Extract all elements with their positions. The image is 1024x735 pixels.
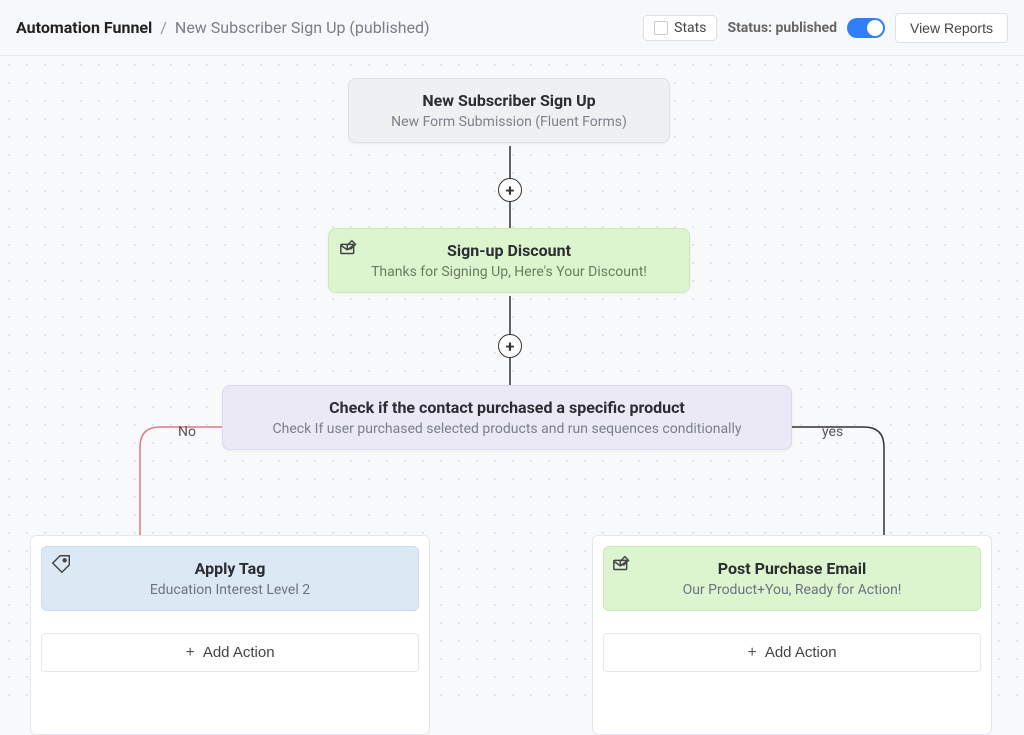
post-purchase-node[interactable]: Post Purchase Email Our Product+You, Rea… bbox=[603, 546, 981, 611]
branch-card-no: Apply Tag Education Interest Level 2 + A… bbox=[30, 535, 430, 735]
view-reports-button[interactable]: View Reports bbox=[895, 13, 1008, 43]
add-action-button-yes[interactable]: + Add Action bbox=[603, 633, 981, 672]
header-actions: Stats Status: published View Reports bbox=[643, 13, 1008, 43]
breadcrumb: Automation Funnel / New Subscriber Sign … bbox=[16, 18, 430, 37]
status-label: Status: published bbox=[727, 20, 837, 36]
trigger-node-subtitle: New Form Submission (Fluent Forms) bbox=[367, 114, 651, 130]
stats-toggle[interactable]: Stats bbox=[643, 15, 717, 41]
condition-node-title: Check if the contact purchased a specifi… bbox=[241, 398, 773, 417]
view-reports-label: View Reports bbox=[910, 20, 993, 36]
apply-tag-title: Apply Tag bbox=[52, 559, 408, 578]
branch-label-yes: yes bbox=[822, 424, 843, 440]
email-node-title: Sign-up Discount bbox=[347, 241, 671, 260]
plus-icon: + bbox=[747, 645, 756, 661]
apply-tag-node[interactable]: Apply Tag Education Interest Level 2 bbox=[41, 546, 419, 611]
email-node-subtitle: Thanks for Signing Up, Here's Your Disco… bbox=[347, 264, 671, 280]
plus-icon: + bbox=[185, 645, 194, 661]
branch-label-no: No bbox=[178, 424, 196, 440]
post-purchase-subtitle: Our Product+You, Ready for Action! bbox=[614, 582, 970, 598]
apply-tag-subtitle: Education Interest Level 2 bbox=[52, 582, 408, 598]
add-action-label: Add Action bbox=[765, 644, 837, 661]
checkbox-icon bbox=[654, 21, 668, 35]
add-step-button[interactable]: + bbox=[498, 334, 522, 358]
stats-label: Stats bbox=[674, 20, 706, 36]
add-action-label: Add Action bbox=[203, 644, 275, 661]
header-bar: Automation Funnel / New Subscriber Sign … bbox=[0, 0, 1024, 56]
add-step-button[interactable]: + bbox=[498, 178, 522, 202]
post-purchase-title: Post Purchase Email bbox=[614, 559, 970, 578]
condition-node-subtitle: Check If user purchased selected product… bbox=[241, 421, 773, 437]
publish-toggle[interactable] bbox=[847, 18, 885, 38]
automation-canvas[interactable]: New Subscriber Sign Up New Form Submissi… bbox=[0, 56, 1024, 696]
edit-envelope-icon bbox=[339, 237, 361, 259]
breadcrumb-separator: / bbox=[160, 18, 167, 37]
branch-card-yes: Post Purchase Email Our Product+You, Rea… bbox=[592, 535, 992, 735]
trigger-node[interactable]: New Subscriber Sign Up New Form Submissi… bbox=[348, 78, 670, 143]
edit-envelope-icon bbox=[612, 553, 634, 575]
email-node-discount[interactable]: Sign-up Discount Thanks for Signing Up, … bbox=[328, 228, 690, 293]
add-action-button-no[interactable]: + Add Action bbox=[41, 633, 419, 672]
toggle-knob-icon bbox=[867, 20, 883, 36]
tag-icon bbox=[50, 553, 72, 575]
condition-node[interactable]: Check if the contact purchased a specifi… bbox=[222, 385, 792, 450]
funnel-title: New Subscriber Sign Up (published) bbox=[175, 18, 430, 37]
trigger-node-title: New Subscriber Sign Up bbox=[367, 91, 651, 110]
app-title: Automation Funnel bbox=[16, 18, 152, 37]
